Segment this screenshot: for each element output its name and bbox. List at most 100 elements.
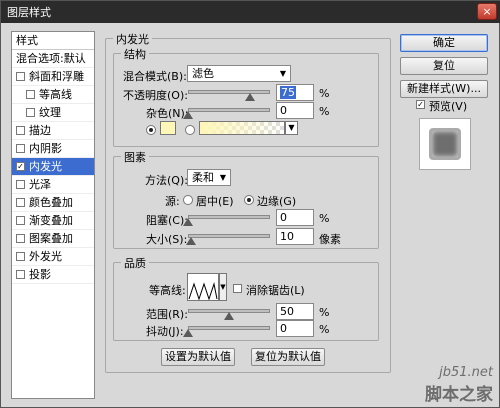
style-item-checkbox[interactable]: [16, 234, 25, 243]
noise-slider-thumb[interactable]: [183, 111, 193, 119]
range-input[interactable]: 50: [276, 303, 314, 320]
inner-glow-title: 内发光: [113, 31, 152, 47]
style-item-checkbox[interactable]: [16, 252, 25, 261]
style-item-checkbox[interactable]: ✓: [16, 162, 25, 171]
style-item[interactable]: 颜色叠加: [12, 194, 94, 212]
source-edge-radio[interactable]: [244, 195, 254, 205]
style-item-checkbox[interactable]: [16, 216, 25, 225]
style-item[interactable]: 外发光: [12, 248, 94, 266]
checkmark-icon: ✓: [17, 161, 24, 171]
choke-unit: %: [319, 212, 330, 225]
choke-slider-thumb[interactable]: [183, 218, 193, 226]
style-item[interactable]: ✓ 内发光: [12, 158, 94, 176]
set-default-button[interactable]: 设置为默认值: [161, 348, 235, 366]
noise-input[interactable]: 0: [276, 102, 314, 119]
style-item[interactable]: 渐变叠加: [12, 212, 94, 230]
jitter-input[interactable]: 0: [276, 320, 314, 337]
blend-mode-select[interactable]: 滤色 ▼: [187, 65, 291, 82]
choke-input[interactable]: 0: [276, 209, 314, 226]
close-button[interactable]: ×: [477, 3, 497, 20]
chevron-down-icon: ▼: [279, 69, 286, 78]
choke-slider[interactable]: [188, 215, 270, 219]
size-input[interactable]: 10: [276, 228, 314, 245]
watermark-site-name: 脚本之家: [425, 385, 493, 405]
jitter-slider-thumb[interactable]: [183, 329, 193, 337]
chevron-down-icon: ▼: [219, 173, 226, 182]
style-item-label: 渐变叠加: [29, 213, 73, 227]
style-item-checkbox[interactable]: [16, 180, 25, 189]
style-item[interactable]: 混合选项:默认: [12, 50, 94, 68]
opacity-input[interactable]: 75: [276, 84, 314, 101]
range-label: 范围(R):: [146, 308, 188, 321]
watermark: jb51.net 脚本之家: [425, 365, 493, 405]
size-slider-thumb[interactable]: [186, 237, 197, 245]
choke-label: 阻塞(C):: [146, 214, 188, 227]
contour-picker[interactable]: [187, 273, 219, 301]
title-bar: 图层样式 ×: [1, 1, 500, 23]
style-item-label: 描边: [29, 123, 51, 137]
preview-checkbox[interactable]: ✓: [416, 100, 425, 109]
gradient-dropdown[interactable]: ▼: [285, 121, 298, 135]
style-item-checkbox[interactable]: [16, 144, 25, 153]
new-style-button[interactable]: 新建样式(W)...: [400, 80, 488, 98]
style-item-checkbox[interactable]: [16, 270, 25, 279]
style-item-checkbox[interactable]: [16, 72, 25, 81]
style-item-checkbox[interactable]: [16, 198, 25, 207]
style-item[interactable]: 内阴影: [12, 140, 94, 158]
jitter-slider[interactable]: [188, 326, 270, 330]
size-unit: 像素: [319, 233, 341, 246]
method-label: 方法(Q):: [145, 174, 188, 187]
method-select[interactable]: 柔和 ▼: [187, 169, 231, 186]
chevron-down-icon: ▼: [220, 283, 226, 291]
watermark-url: jb51.net: [439, 365, 493, 380]
opacity-slider[interactable]: [188, 90, 270, 94]
style-item-label: 混合选项:默认: [16, 51, 86, 65]
choke-value: 0: [280, 211, 287, 224]
style-item-checkbox[interactable]: [16, 126, 25, 135]
noise-value: 0: [280, 104, 287, 117]
solid-color-radio[interactable]: [146, 125, 156, 135]
noise-slider[interactable]: [188, 108, 270, 112]
style-item-label: 纹理: [39, 105, 61, 119]
contour-dropdown[interactable]: ▼: [219, 273, 227, 301]
style-item[interactable]: 光泽: [12, 176, 94, 194]
size-value: 10: [280, 230, 294, 243]
reset-button[interactable]: 复位: [400, 57, 488, 75]
structure-legend: 结构: [121, 46, 149, 62]
opacity-slider-thumb[interactable]: [244, 93, 255, 101]
chevron-down-icon: ▼: [288, 123, 295, 132]
size-label: 大小(S):: [146, 233, 188, 246]
jitter-value: 0: [280, 322, 287, 335]
range-slider-thumb[interactable]: [224, 312, 234, 320]
reset-default-button[interactable]: 复位为默认值: [251, 348, 325, 366]
size-slider[interactable]: [188, 234, 270, 238]
style-item[interactable]: 图案叠加: [12, 230, 94, 248]
source-edge-label: 边缘(G): [257, 195, 297, 208]
style-preview: [419, 118, 471, 170]
window-title: 图层样式: [7, 6, 51, 19]
contour-curve-icon: [188, 282, 218, 301]
elements-legend: 图素: [121, 149, 149, 165]
style-item[interactable]: 等高线: [12, 86, 94, 104]
style-item[interactable]: 描边: [12, 122, 94, 140]
style-item-label: 内发光: [29, 159, 62, 173]
opacity-value: 75: [280, 86, 296, 99]
glow-color-swatch[interactable]: [160, 121, 176, 135]
gradient-radio[interactable]: [185, 125, 195, 135]
style-item[interactable]: 纹理: [12, 104, 94, 122]
glow-gradient-swatch[interactable]: [199, 121, 285, 135]
ok-button[interactable]: 确定: [400, 34, 488, 52]
style-item-label: 投影: [29, 267, 51, 281]
range-value: 50: [280, 305, 294, 318]
source-center-radio[interactable]: [183, 195, 193, 205]
style-item-checkbox[interactable]: [26, 90, 35, 99]
source-label: 源:: [165, 195, 180, 208]
opacity-unit: %: [319, 87, 330, 100]
source-center-label: 居中(E): [196, 195, 234, 208]
antialias-checkbox[interactable]: [233, 284, 242, 293]
style-item[interactable]: 斜面和浮雕: [12, 68, 94, 86]
style-item-checkbox[interactable]: [26, 108, 35, 117]
style-item-label: 外发光: [29, 249, 62, 263]
style-item[interactable]: 投影: [12, 266, 94, 284]
styles-list: 样式 混合选项:默认 斜面和浮雕 等高线 纹理 描边 内阴影 ✓ 内发光 光泽 颜色叠加 渐变叠加图…: [11, 31, 95, 399]
